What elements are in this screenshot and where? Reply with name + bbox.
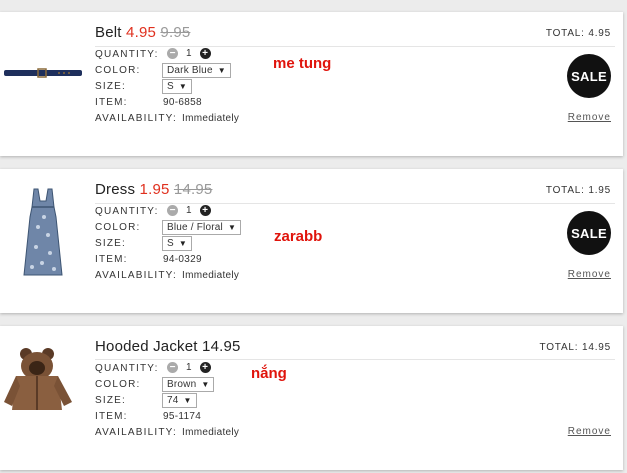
availability-value: Immediately bbox=[182, 427, 240, 438]
size-label: SIZE: bbox=[95, 395, 127, 406]
remove-link[interactable]: Remove bbox=[568, 269, 611, 280]
product-title[interactable]: Belt 4.95 9.95 bbox=[95, 24, 190, 41]
title-divider bbox=[95, 359, 615, 360]
remove-link[interactable]: Remove bbox=[568, 426, 611, 437]
belt-image bbox=[4, 68, 82, 78]
dress-image bbox=[23, 188, 63, 276]
product-name: Belt bbox=[95, 24, 122, 41]
item-label: ITEM: bbox=[95, 254, 128, 265]
sale-price: 1.95 bbox=[139, 181, 170, 198]
availability-label: AVAILABILITY: bbox=[95, 113, 177, 124]
color-select[interactable]: Brown ▼ bbox=[162, 377, 215, 392]
item-number: 94-0329 bbox=[163, 254, 202, 265]
availability-value: Immediately bbox=[182, 270, 240, 281]
product-name: Hooded Jacket bbox=[95, 338, 198, 355]
color-select[interactable]: Blue / Floral ▼ bbox=[162, 220, 242, 235]
item-number: 90-6858 bbox=[163, 97, 202, 108]
title-divider bbox=[95, 46, 615, 47]
cart-item-belt: Belt 4.95 9.95 TOTAL: 4.95 QUANTITY: − 1… bbox=[0, 12, 623, 156]
remove-link[interactable]: Remove bbox=[568, 112, 611, 123]
title-divider bbox=[95, 203, 615, 204]
item-total: TOTAL: 4.95 bbox=[545, 28, 611, 39]
item-number: 95-1174 bbox=[163, 411, 202, 422]
color-label: COLOR: bbox=[95, 222, 141, 233]
sale-badge: SALE bbox=[567, 211, 611, 255]
decrease-quantity-button[interactable]: − bbox=[167, 48, 178, 59]
product-price: 14.95 bbox=[202, 338, 241, 355]
item-label: ITEM: bbox=[95, 411, 128, 422]
item-total: TOTAL: 1.95 bbox=[545, 185, 611, 196]
quantity-value: 1 bbox=[186, 362, 192, 373]
sale-price: 4.95 bbox=[126, 24, 157, 41]
decrease-quantity-button[interactable]: − bbox=[167, 205, 178, 216]
quantity-label: QUANTITY: bbox=[95, 206, 159, 217]
handwritten-note: zarabb bbox=[274, 228, 323, 245]
product-name: Dress bbox=[95, 181, 136, 198]
size-select[interactable]: S ▼ bbox=[162, 236, 192, 251]
item-total: TOTAL: 14.95 bbox=[539, 342, 611, 353]
availability-label: AVAILABILITY: bbox=[95, 427, 177, 438]
decrease-quantity-button[interactable]: − bbox=[167, 362, 178, 373]
product-title[interactable]: Hooded Jacket 14.95 bbox=[95, 338, 241, 355]
product-title[interactable]: Dress 1.95 14.95 bbox=[95, 181, 212, 198]
increase-quantity-button[interactable]: + bbox=[199, 48, 211, 59]
dropdown-arrow-icon: ▼ bbox=[201, 380, 210, 389]
original-price: 9.95 bbox=[160, 24, 191, 41]
quantity-value: 1 bbox=[186, 48, 192, 59]
availability-label: AVAILABILITY: bbox=[95, 270, 177, 281]
dropdown-arrow-icon: ▼ bbox=[183, 396, 192, 405]
color-select[interactable]: Dark Blue ▼ bbox=[162, 63, 231, 78]
original-price: 14.95 bbox=[173, 181, 213, 198]
jacket-image bbox=[4, 348, 72, 410]
cart-item-hooded-jacket: Hooded Jacket 14.95 TOTAL: 14.95 QUANTIT… bbox=[0, 326, 623, 470]
color-label: COLOR: bbox=[95, 65, 141, 76]
sale-badge: SALE bbox=[567, 54, 611, 98]
availability-value: Immediately bbox=[182, 113, 240, 124]
dropdown-arrow-icon: ▼ bbox=[178, 239, 187, 248]
handwritten-note: nắng bbox=[251, 365, 287, 382]
quantity-value: 1 bbox=[186, 205, 192, 216]
quantity-label: QUANTITY: bbox=[95, 49, 159, 60]
color-label: COLOR: bbox=[95, 379, 141, 390]
handwritten-note: me tung bbox=[273, 55, 332, 72]
size-select[interactable]: S ▼ bbox=[162, 79, 192, 94]
size-label: SIZE: bbox=[95, 238, 127, 249]
dropdown-arrow-icon: ▼ bbox=[227, 223, 237, 232]
cart-item-dress: Dress 1.95 14.95 TOTAL: 1.95 QUANTITY: −… bbox=[0, 169, 623, 313]
item-label: ITEM: bbox=[95, 97, 128, 108]
dropdown-arrow-icon: ▼ bbox=[178, 82, 187, 91]
increase-quantity-button[interactable]: + bbox=[199, 205, 211, 216]
dropdown-arrow-icon: ▼ bbox=[217, 66, 226, 75]
size-select[interactable]: 74 ▼ bbox=[162, 393, 197, 408]
size-label: SIZE: bbox=[95, 81, 127, 92]
quantity-label: QUANTITY: bbox=[95, 363, 159, 374]
increase-quantity-button[interactable]: + bbox=[199, 362, 211, 373]
